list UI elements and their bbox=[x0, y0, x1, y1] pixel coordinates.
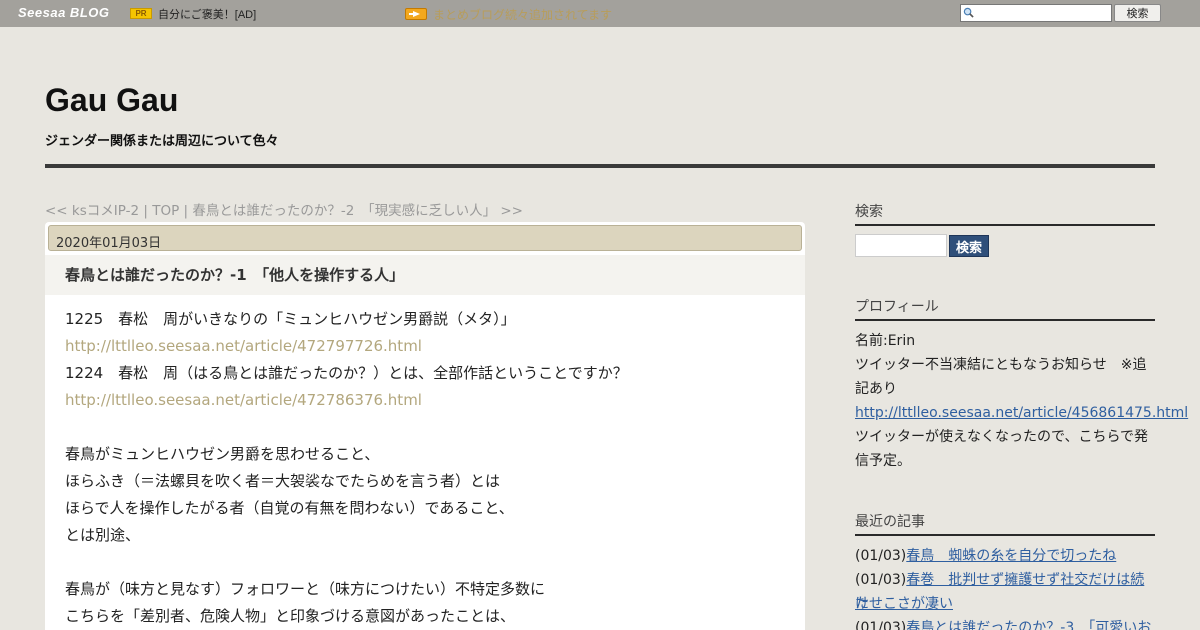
recent-date: (01/03) bbox=[855, 548, 907, 564]
body-line: 1225 春松 周がいきなりの「ミュンヒハウゼン男爵説（メタ）」 bbox=[65, 310, 516, 328]
pr-badge: PR bbox=[130, 8, 152, 19]
blog-title[interactable]: Gau Gau bbox=[45, 82, 178, 119]
recent-item: (01/03)春鳥 蜘蛛の糸を自分で切ったね bbox=[855, 544, 1155, 568]
sidebar-search-input[interactable] bbox=[855, 234, 947, 257]
top-search-button[interactable]: 検索 bbox=[1114, 4, 1161, 22]
article-link[interactable]: http://lttlleo.seesaa.net/article/472797… bbox=[65, 337, 422, 355]
recent-date: (01/03) bbox=[855, 620, 907, 630]
profile-heading: プロフィール bbox=[855, 296, 1155, 321]
recent-link[interactable]: たせこさが凄い bbox=[855, 596, 953, 612]
next-post-link[interactable]: 春鳥とは誰だったのか？-2 「現実感に乏しい人」 >> bbox=[192, 203, 523, 219]
top-bar: Seesaa BLOG PR 自分にご褒美！[AD] まとめブログ続々追加されて… bbox=[0, 0, 1200, 27]
post-title[interactable]: 春鳥とは誰だったのか？-1 「他人を操作する人」 bbox=[45, 255, 805, 295]
top-link[interactable]: TOP bbox=[152, 203, 179, 219]
nav-separator: | bbox=[179, 203, 193, 219]
recent-item: たせこさが凄い bbox=[855, 592, 1155, 616]
search-icon bbox=[963, 7, 974, 18]
post-navigation: << ksコメIP-2 | TOP | 春鳥とは誰だったのか？-2 「現実感に乏… bbox=[45, 199, 523, 219]
body-line: ほらで人を操作したがる者（自覚の有無を問わない）であること、 bbox=[65, 499, 514, 517]
recent-link[interactable]: 春鳥とは誰だったのか？-3 「可愛いお bbox=[906, 620, 1151, 630]
body-line: とは別途、 bbox=[65, 526, 141, 544]
post-date: 2020年01月03日 bbox=[48, 225, 802, 251]
recent-item: (01/03)春鳥とは誰だったのか？-3 「可愛いお bbox=[855, 616, 1155, 630]
profile-note: 信予定。 bbox=[855, 453, 911, 469]
search-heading: 検索 bbox=[855, 201, 1155, 226]
post-body: 1225 春松 周がいきなりの「ミュンヒハウゼン男爵説（メタ）」 http://… bbox=[65, 306, 785, 630]
arrow-right-icon bbox=[405, 8, 427, 20]
body-line: ほらふき（＝法螺貝を吹く者＝大袈裟なでたらめを言う者）とは bbox=[65, 472, 501, 490]
body-line: 1224 春松 周（はる鳥とは誰だったのか？）とは、全部作話ということですか？ bbox=[65, 364, 628, 382]
article-link[interactable]: http://lttlleo.seesaa.net/article/472786… bbox=[65, 391, 422, 409]
profile-note: ツイッターが使えなくなったので、こちらで発 bbox=[855, 429, 1149, 445]
recent-heading: 最近の記事 bbox=[855, 511, 1155, 536]
top-search-input[interactable] bbox=[977, 5, 1109, 21]
blog-description: ジェンダー関係または周辺について色々 bbox=[45, 134, 279, 149]
profile-notice: ツイッター不当凍結にともなうお知らせ ※追 bbox=[855, 357, 1147, 373]
prev-post-link[interactable]: << ksコメIP-2 bbox=[45, 203, 139, 219]
body-line: 春鳥がミュンヒハウゼン男爵を思わせること、 bbox=[65, 445, 380, 463]
profile-notice: 記あり bbox=[855, 381, 897, 397]
body-line: こちらを「差別者、危険人物」と印象づける意図があったことは、 bbox=[65, 607, 516, 625]
article: 2020年01月03日 春鳥とは誰だったのか？-1 「他人を操作する人」 122… bbox=[45, 222, 805, 630]
profile-name: 名前:Erin bbox=[855, 333, 916, 349]
recent-link[interactable]: 春鳥 蜘蛛の糸を自分で切ったね bbox=[906, 548, 1116, 564]
ad-link[interactable]: 自分にご褒美！[AD] bbox=[158, 6, 256, 22]
header-divider bbox=[45, 164, 1155, 168]
seesaa-logo[interactable]: Seesaa BLOG bbox=[18, 5, 110, 20]
recent-date: (01/03) bbox=[855, 572, 907, 588]
notice-link[interactable]: まとめブログ続々追加されてます bbox=[433, 6, 612, 23]
top-search-box bbox=[960, 4, 1112, 22]
nav-separator: | bbox=[139, 203, 153, 219]
sidebar-search-button[interactable]: 検索 bbox=[949, 235, 989, 257]
body-line: 春鳥が（味方と見なす）フォロワーと（味方につけたい）不特定多数に bbox=[65, 580, 546, 598]
profile-link[interactable]: http://lttlleo.seesaa.net/article/456861… bbox=[855, 405, 1188, 421]
